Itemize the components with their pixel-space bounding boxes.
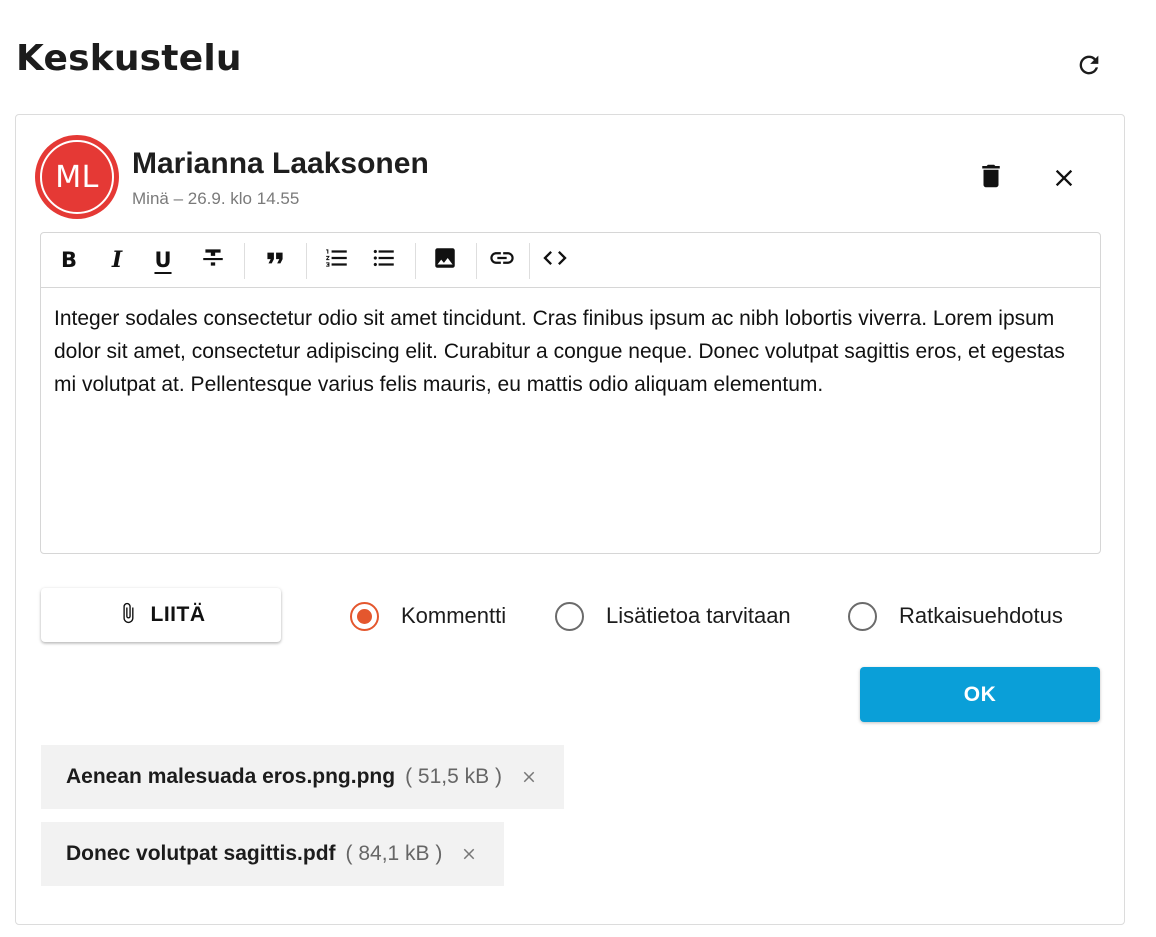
attachment-chip: Donec volutpat sagittis.pdf ( 84,1 kB ) xyxy=(41,822,505,886)
radio-checked-icon xyxy=(350,601,379,631)
attachment-name: Donec volutpat sagittis.pdf xyxy=(66,842,336,865)
strikethrough-button[interactable] xyxy=(196,243,230,277)
code-icon xyxy=(541,244,569,277)
radio-ratkaisuehdotus[interactable]: Ratkaisuehdotus xyxy=(848,598,1063,634)
radio-unchecked-icon xyxy=(848,601,877,631)
bold-icon: B xyxy=(60,248,77,272)
radio-lisatietoa-tarvitaan[interactable]: Lisätietoa tarvitaan xyxy=(555,598,791,634)
close-icon xyxy=(1050,164,1078,197)
bold-button[interactable]: B xyxy=(52,243,86,277)
editor-content[interactable]: Integer sodales consectetur odio sit ame… xyxy=(41,288,1100,415)
radio-label: Ratkaisuehdotus xyxy=(899,603,1063,628)
remove-attachment-icon[interactable] xyxy=(518,766,540,788)
avatar: ML xyxy=(35,135,119,219)
attachment-size: ( 84,1 kB ) xyxy=(345,842,443,865)
underline-button[interactable]: U xyxy=(146,243,180,277)
attachment-name: Aenean malesuada eros.png.png xyxy=(66,765,396,788)
comment-meta: Minä – 26.9. klo 14.55 xyxy=(132,189,300,208)
strikethrough-icon xyxy=(200,245,226,276)
radio-label: Lisätietoa tarvitaan xyxy=(606,603,791,628)
italic-button[interactable]: I xyxy=(100,243,134,277)
italic-icon: I xyxy=(111,247,123,273)
radio-kommentti[interactable]: Kommentti xyxy=(350,598,506,634)
image-button[interactable] xyxy=(428,243,462,277)
refresh-button[interactable] xyxy=(1072,50,1106,84)
avatar-initials: ML xyxy=(55,159,99,195)
ordered-list-button[interactable] xyxy=(320,243,354,277)
bullet-list-icon xyxy=(371,245,397,276)
comment-card: ML Marianna Laaksonen Minä – 26.9. klo 1… xyxy=(15,114,1125,925)
rich-text-editor: B I U Integer sodales consectetur odio s… xyxy=(40,232,1101,554)
ordered-list-icon xyxy=(324,245,350,276)
attachment-chip: Aenean malesuada eros.png.png ( 51,5 kB … xyxy=(41,745,564,809)
close-button[interactable] xyxy=(1047,163,1081,197)
remove-attachment-icon[interactable] xyxy=(458,843,480,865)
radio-label: Kommentti xyxy=(401,603,507,628)
image-icon xyxy=(432,245,458,276)
delete-button[interactable] xyxy=(974,161,1008,195)
trash-icon xyxy=(976,161,1006,196)
ok-button[interactable]: OK xyxy=(860,667,1100,722)
bullet-list-button[interactable] xyxy=(367,243,401,277)
underline-icon: U xyxy=(154,248,172,272)
refresh-icon xyxy=(1075,51,1103,84)
quote-button[interactable] xyxy=(258,243,292,277)
radio-unchecked-icon xyxy=(555,601,584,631)
comment-type-radio-group: Kommentti Lisätietoa tarvitaan Ratkaisue… xyxy=(16,598,1126,634)
attachment-size: ( 51,5 kB ) xyxy=(405,765,502,788)
page-title: Keskustelu xyxy=(16,38,242,79)
link-button[interactable] xyxy=(485,243,519,277)
link-icon xyxy=(488,244,516,277)
code-button[interactable] xyxy=(538,243,572,277)
author-name: Marianna Laaksonen xyxy=(132,147,429,180)
quote-icon xyxy=(262,245,288,276)
editor-toolbar: B I U xyxy=(41,233,1100,288)
